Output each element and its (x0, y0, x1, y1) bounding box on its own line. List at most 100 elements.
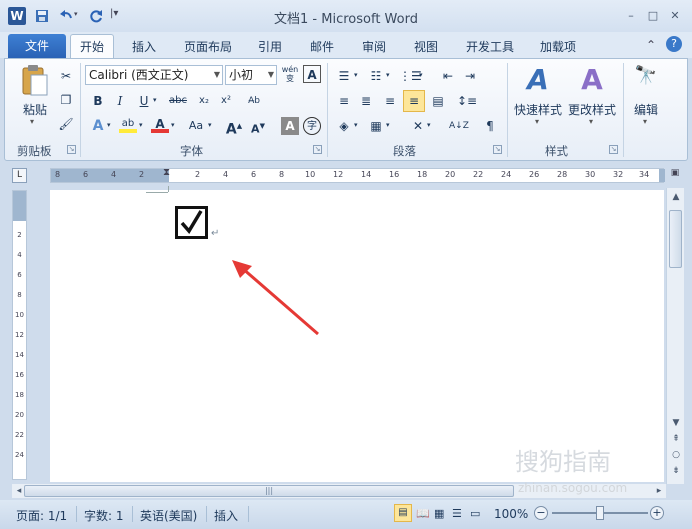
zoom-level[interactable]: 100% (494, 507, 528, 521)
document-page[interactable] (50, 186, 664, 482)
quick-styles-dropdown-icon[interactable]: ▾ (535, 117, 539, 126)
tab-file[interactable]: 文件 (8, 34, 66, 58)
collapse-ribbon-icon[interactable]: ⌃ (646, 38, 656, 52)
justify-icon[interactable]: ≡ (403, 90, 425, 112)
strikethrough-button[interactable]: abc (165, 92, 191, 110)
bold-button[interactable]: B (89, 92, 107, 110)
borders-dropdown-icon[interactable]: ▾ (386, 121, 390, 129)
grow-font-button[interactable]: A▲ (225, 117, 243, 138)
numbering-dropdown-icon[interactable]: ▾ (386, 71, 390, 79)
multilevel-dropdown-icon[interactable]: ▾ (419, 71, 423, 79)
maximize-button[interactable]: □ (646, 10, 660, 22)
minimize-button[interactable]: – (624, 10, 638, 22)
change-case-button[interactable]: Aa (185, 117, 207, 135)
cut-icon[interactable]: ✂ (57, 67, 75, 85)
format-painter-icon[interactable]: 🖌 (57, 115, 75, 133)
web-layout-icon[interactable]: ▦ (434, 507, 444, 520)
draft-icon[interactable]: ▭ (470, 507, 480, 520)
quick-styles-button[interactable]: 快速样式 (511, 101, 565, 118)
tab-addins[interactable]: 加载项 (540, 38, 576, 55)
tab-view[interactable]: 视图 (414, 38, 438, 55)
tab-review[interactable]: 审阅 (362, 38, 386, 55)
text-effects-dropdown-icon[interactable]: ▾ (107, 121, 111, 129)
scroll-down-icon[interactable]: ▼ (669, 416, 683, 430)
align-left-icon[interactable]: ≡ (335, 92, 353, 110)
tab-developer[interactable]: 开发工具 (466, 38, 514, 55)
help-icon[interactable]: ? (666, 36, 682, 52)
change-styles-button[interactable]: 更改样式 (565, 101, 619, 118)
subscript-button[interactable]: x₂ (195, 92, 213, 110)
change-styles-dropdown-icon[interactable]: ▾ (589, 117, 593, 126)
paste-dropdown-icon[interactable]: ▾ (30, 117, 34, 126)
horizontal-ruler[interactable]: 8 6 4 2 ⧗ 2 4 6 8 10 12 14 16 18 20 22 2… (50, 167, 665, 183)
bullets-dropdown-icon[interactable]: ▾ (354, 71, 358, 79)
vertical-ruler[interactable]: 2 4 6 8 10 12 14 16 18 20 22 24 (12, 190, 27, 480)
quick-styles-icon[interactable]: A (521, 63, 555, 97)
scroll-right-icon[interactable]: ▸ (652, 484, 666, 498)
zoom-out-button[interactable]: − (534, 506, 548, 520)
paragraph-launcher-icon[interactable]: ↘ (493, 145, 502, 154)
increase-indent-icon[interactable]: ⇥ (461, 67, 479, 85)
underline-button[interactable]: U (135, 92, 153, 110)
browse-object-icon[interactable]: ○ (669, 448, 683, 462)
styles-launcher-icon[interactable]: ↘ (609, 145, 618, 154)
font-size-dropdown-icon[interactable]: ▼ (268, 66, 274, 84)
tab-insert[interactable]: 插入 (132, 38, 156, 55)
find-binoculars-icon[interactable]: 🔭 (631, 65, 661, 95)
scroll-up-icon[interactable]: ▲ (669, 190, 683, 204)
language-indicator[interactable]: 英语(美国) (140, 507, 197, 524)
indent-marker-icon[interactable]: ⧗ (163, 167, 170, 178)
align-center-icon[interactable]: ≣ (357, 92, 375, 110)
view-ruler-icon[interactable]: ▣ (668, 168, 682, 183)
enclose-characters-icon[interactable]: 字 (303, 117, 321, 135)
numbering-icon[interactable]: ☷ (367, 67, 385, 85)
tab-references[interactable]: 引用 (258, 38, 282, 55)
full-screen-reading-icon[interactable]: 📖 (416, 507, 430, 520)
checkbox-symbol[interactable] (175, 206, 208, 239)
word-count[interactable]: 字数: 1 (84, 507, 124, 524)
clipboard-launcher-icon[interactable]: ↘ (67, 145, 76, 154)
underline-dropdown-icon[interactable]: ▾ (153, 96, 157, 104)
show-marks-icon[interactable]: ¶ (481, 117, 499, 135)
bullets-icon[interactable]: ☰ (335, 67, 353, 85)
font-color-dropdown-icon[interactable]: ▾ (171, 121, 175, 129)
copy-icon[interactable]: ❐ (57, 91, 75, 109)
line-spacing-icon[interactable]: ↕≡ (457, 92, 477, 110)
close-button[interactable]: ✕ (668, 10, 682, 22)
decrease-indent-icon[interactable]: ⇤ (439, 67, 457, 85)
italic-button[interactable]: I (111, 92, 129, 110)
paste-button[interactable]: 粘贴 (17, 101, 53, 118)
text-effects-icon[interactable]: A (89, 117, 107, 135)
font-color-icon[interactable]: A (151, 115, 169, 133)
change-styles-icon[interactable]: A (575, 63, 609, 97)
editing-button[interactable]: 编辑 (627, 101, 665, 118)
borders-icon[interactable]: ▦ (367, 117, 385, 135)
previous-page-icon[interactable]: ⇞ (669, 432, 683, 446)
font-launcher-icon[interactable]: ↘ (313, 145, 322, 154)
horizontal-scroll-thumb[interactable]: ||| (24, 485, 514, 497)
tab-page-layout[interactable]: 页面布局 (184, 38, 232, 55)
highlight-icon[interactable]: ab (119, 115, 137, 133)
sort-icon[interactable]: A↓Z (449, 117, 469, 135)
vertical-scroll-thumb[interactable] (669, 210, 682, 268)
page-count[interactable]: 页面: 1/1 (16, 507, 67, 524)
superscript-button[interactable]: x² (217, 92, 235, 110)
font-name-combo[interactable]: Calibri (西文正文) ▼ (85, 65, 223, 85)
paste-icon[interactable] (17, 63, 53, 97)
shading-icon[interactable]: ◈ (335, 117, 353, 135)
shading-dropdown-icon[interactable]: ▾ (354, 121, 358, 129)
chinese-layout-dropdown-icon[interactable]: ▾ (427, 121, 431, 129)
print-layout-icon[interactable]: ▤ (394, 504, 412, 522)
zoom-slider-thumb[interactable] (596, 506, 604, 520)
tab-selector[interactable]: L (12, 168, 27, 183)
chinese-layout-icon[interactable]: ✕ (409, 117, 427, 135)
editing-dropdown-icon[interactable]: ▾ (643, 117, 647, 126)
font-size-combo[interactable]: 小初 ▼ (225, 65, 277, 85)
change-case-dropdown-icon[interactable]: ▾ (208, 121, 212, 129)
tab-mailings[interactable]: 邮件 (310, 38, 334, 55)
distributed-icon[interactable]: ▤ (429, 92, 447, 110)
highlight-dropdown-icon[interactable]: ▾ (139, 121, 143, 129)
align-right-icon[interactable]: ≡ (381, 92, 399, 110)
character-border-icon[interactable]: A (303, 65, 321, 83)
phonetic-guide-icon[interactable]: wén 变 (281, 65, 299, 83)
